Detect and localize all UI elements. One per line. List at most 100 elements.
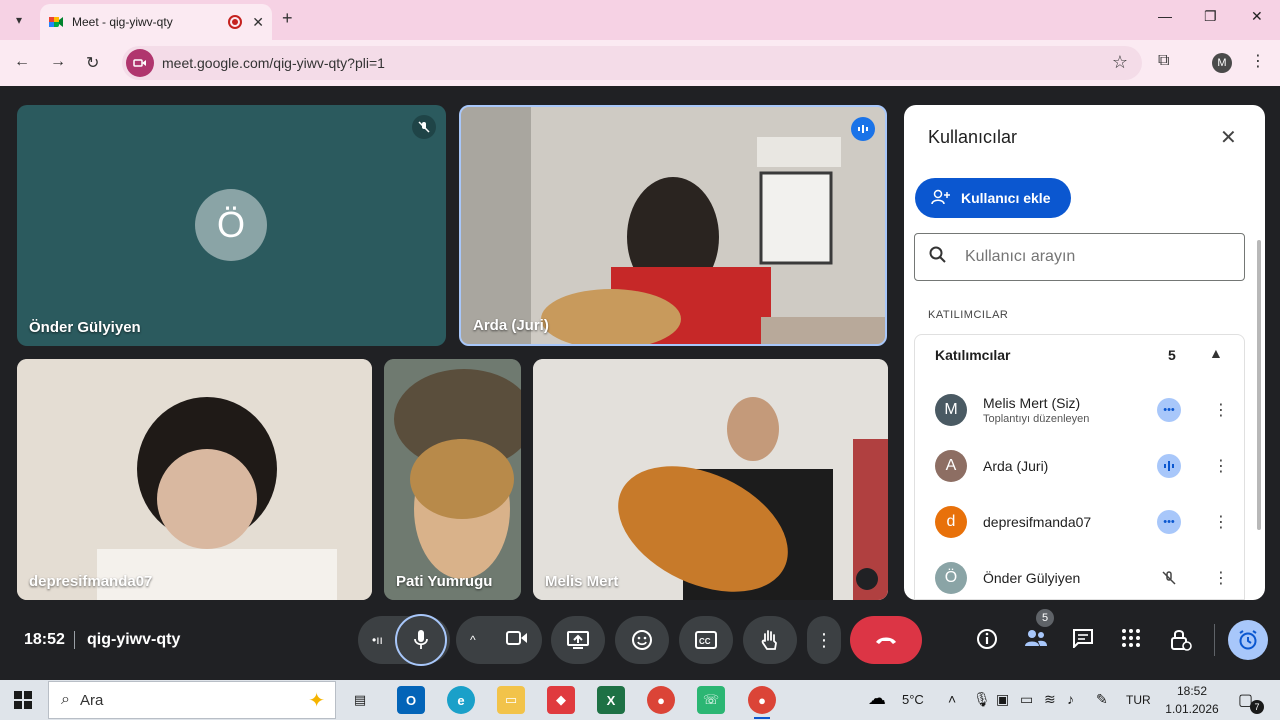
chevron-up-icon[interactable]: ^	[470, 633, 476, 647]
video-feed	[533, 359, 888, 600]
tray-chevron-icon[interactable]: ˄	[948, 691, 956, 707]
address-bar[interactable]: meet.google.com/qig-yiwv-qty?pli=1 ☆	[122, 46, 1142, 80]
people-button[interactable]	[1024, 628, 1048, 654]
meeting-code: qig-yiwv-qty	[87, 631, 181, 648]
edge-icon[interactable]: e	[447, 686, 475, 714]
video-tile[interactable]: Ö Önder Gülyiyen	[17, 105, 446, 346]
present-screen-icon	[567, 631, 589, 649]
display-icon[interactable]: ▣	[996, 691, 1009, 708]
meet-stage: Ö Önder Gülyiyen Arda (Juri) depresifman…	[0, 88, 1280, 680]
pen-icon[interactable]: ✎	[1096, 691, 1108, 708]
tile-name: Pati Yumrugu	[396, 573, 493, 590]
more-options-icon[interactable]: ⋮	[1213, 456, 1229, 476]
video-feed	[384, 359, 521, 600]
participant-avatar: Ö	[195, 189, 267, 261]
input-language[interactable]: TUR	[1126, 693, 1151, 707]
microphone-button[interactable]	[395, 614, 447, 666]
camera-button[interactable]	[506, 630, 528, 651]
file-explorer-icon[interactable]: ▭	[497, 686, 525, 714]
more-options-button[interactable]: ⋮	[807, 616, 841, 664]
mic-off-icon	[1157, 566, 1181, 590]
tile-name: Arda (Juri)	[473, 317, 549, 334]
captions-button[interactable]: CC	[679, 616, 733, 664]
participant-row[interactable]: Ö Önder Gülyiyen ⋮	[915, 553, 1246, 600]
svg-text:CC: CC	[699, 637, 711, 646]
present-screen-button[interactable]	[551, 616, 605, 664]
picture-in-picture-icon[interactable]	[856, 568, 878, 590]
taskbar-date[interactable]: 1.01.2026	[1160, 702, 1224, 716]
participant-row[interactable]: M Melis Mert (Siz) Toplantıyı düzenleyen…	[915, 385, 1246, 435]
add-user-label: Kullanıcı ekle	[961, 190, 1051, 206]
browser-menu-icon[interactable]: ⋮	[1250, 51, 1266, 71]
more-options-icon[interactable]: ⋮	[1213, 512, 1229, 532]
browser-tab-meet[interactable]: Meet - qig-yiwv-qty ✕	[40, 4, 272, 40]
new-tab-button[interactable]: +	[282, 8, 293, 29]
video-tile-active-speaker[interactable]: Arda (Juri)	[459, 105, 887, 346]
taskbar-search[interactable]: ⌕ Ara ✦	[48, 681, 336, 719]
video-tile[interactable]: depresifmanda07	[17, 359, 372, 600]
speaking-indicator-icon	[851, 117, 875, 141]
bookmark-star-icon[interactable]: ☆	[1112, 52, 1128, 73]
forward-button[interactable]: →	[50, 53, 66, 71]
window-close-button[interactable]: ✕	[1251, 8, 1263, 25]
emoji-reaction-button[interactable]	[615, 616, 669, 664]
user-search-field[interactable]	[914, 233, 1245, 281]
tab-close-icon[interactable]: ✕	[252, 14, 264, 31]
video-tile[interactable]: Pati Yumrugu	[384, 359, 521, 600]
camera-control: ^	[456, 616, 542, 664]
participant-name: Melis Mert (Siz)	[983, 395, 1081, 411]
host-controls-button[interactable]	[1170, 628, 1192, 658]
panel-close-icon[interactable]: ✕	[1220, 125, 1237, 150]
tile-name: Önder Gülyiyen	[29, 319, 141, 336]
task-view-icon[interactable]: ▤	[346, 686, 374, 714]
battery-icon[interactable]: ▭	[1020, 691, 1033, 708]
extensions-icon[interactable]: ⧉	[1158, 52, 1169, 70]
user-search-input[interactable]	[965, 248, 1225, 266]
end-call-button[interactable]	[850, 616, 922, 664]
video-tile[interactable]: Melis Mert	[533, 359, 888, 600]
excel-icon[interactable]: X	[597, 686, 625, 714]
volume-icon[interactable]: ♪	[1067, 691, 1074, 707]
browser-tab-bar: ▾ Meet - qig-yiwv-qty ✕ + — ❐ ✕	[0, 0, 1280, 40]
outlook-icon[interactable]: O	[397, 686, 425, 714]
sparkle-icon: ✦	[308, 690, 325, 712]
participant-name: Arda (Juri)	[983, 458, 1049, 474]
participant-row[interactable]: d depresifmanda07 ••• ⋮	[915, 497, 1246, 547]
back-button[interactable]: ←	[14, 53, 30, 71]
alarm-clock-icon	[1239, 630, 1257, 650]
restore-button[interactable]: ❐	[1204, 8, 1217, 25]
participants-group-header[interactable]: Katılımcılar	[915, 335, 1246, 375]
microphone-icon[interactable]: 🎙	[973, 691, 991, 708]
search-icon: ⌕	[61, 691, 70, 708]
participant-row[interactable]: A Arda (Juri) ⋮	[915, 441, 1246, 491]
chrome-profile-icon[interactable]: ●	[748, 686, 776, 719]
taskbar-time[interactable]: 18:52	[1172, 684, 1212, 698]
speaking-indicator-icon	[1157, 454, 1181, 478]
reload-button[interactable]: ↻	[86, 53, 99, 73]
meeting-info-button[interactable]	[976, 628, 998, 656]
panel-scrollbar[interactable]	[1257, 240, 1261, 530]
more-options-icon[interactable]: ⋮	[1213, 400, 1229, 420]
participant-role: Toplantıyı düzenleyen	[983, 413, 1090, 425]
tab-search-button[interactable]: ▾	[8, 9, 30, 31]
activities-button[interactable]	[1121, 628, 1141, 654]
chrome-icon[interactable]: ●	[647, 686, 675, 714]
windows-start-icon[interactable]	[14, 691, 32, 709]
people-count-badge: 5	[1036, 609, 1054, 627]
minimize-button[interactable]: —	[1158, 8, 1172, 24]
chat-button[interactable]	[1072, 628, 1094, 654]
whatsapp-icon[interactable]: ☏	[697, 686, 725, 714]
captions-icon: CC	[695, 631, 717, 649]
info-icon	[977, 629, 997, 649]
profile-avatar[interactable]: M	[1212, 53, 1232, 73]
mic-off-icon	[412, 115, 436, 139]
more-options-icon[interactable]: ⋮	[1213, 568, 1229, 588]
wifi-icon[interactable]: ≋	[1044, 691, 1056, 708]
chevron-up-icon[interactable]: ▲	[1209, 345, 1223, 361]
weather-cloud-icon[interactable]: ☁	[868, 688, 886, 709]
anydesk-icon[interactable]: ◆	[547, 686, 575, 714]
add-user-button[interactable]: Kullanıcı ekle	[915, 178, 1071, 218]
timer-button[interactable]	[1228, 620, 1268, 660]
video-camera-icon	[126, 49, 154, 77]
raise-hand-button[interactable]	[743, 616, 797, 664]
